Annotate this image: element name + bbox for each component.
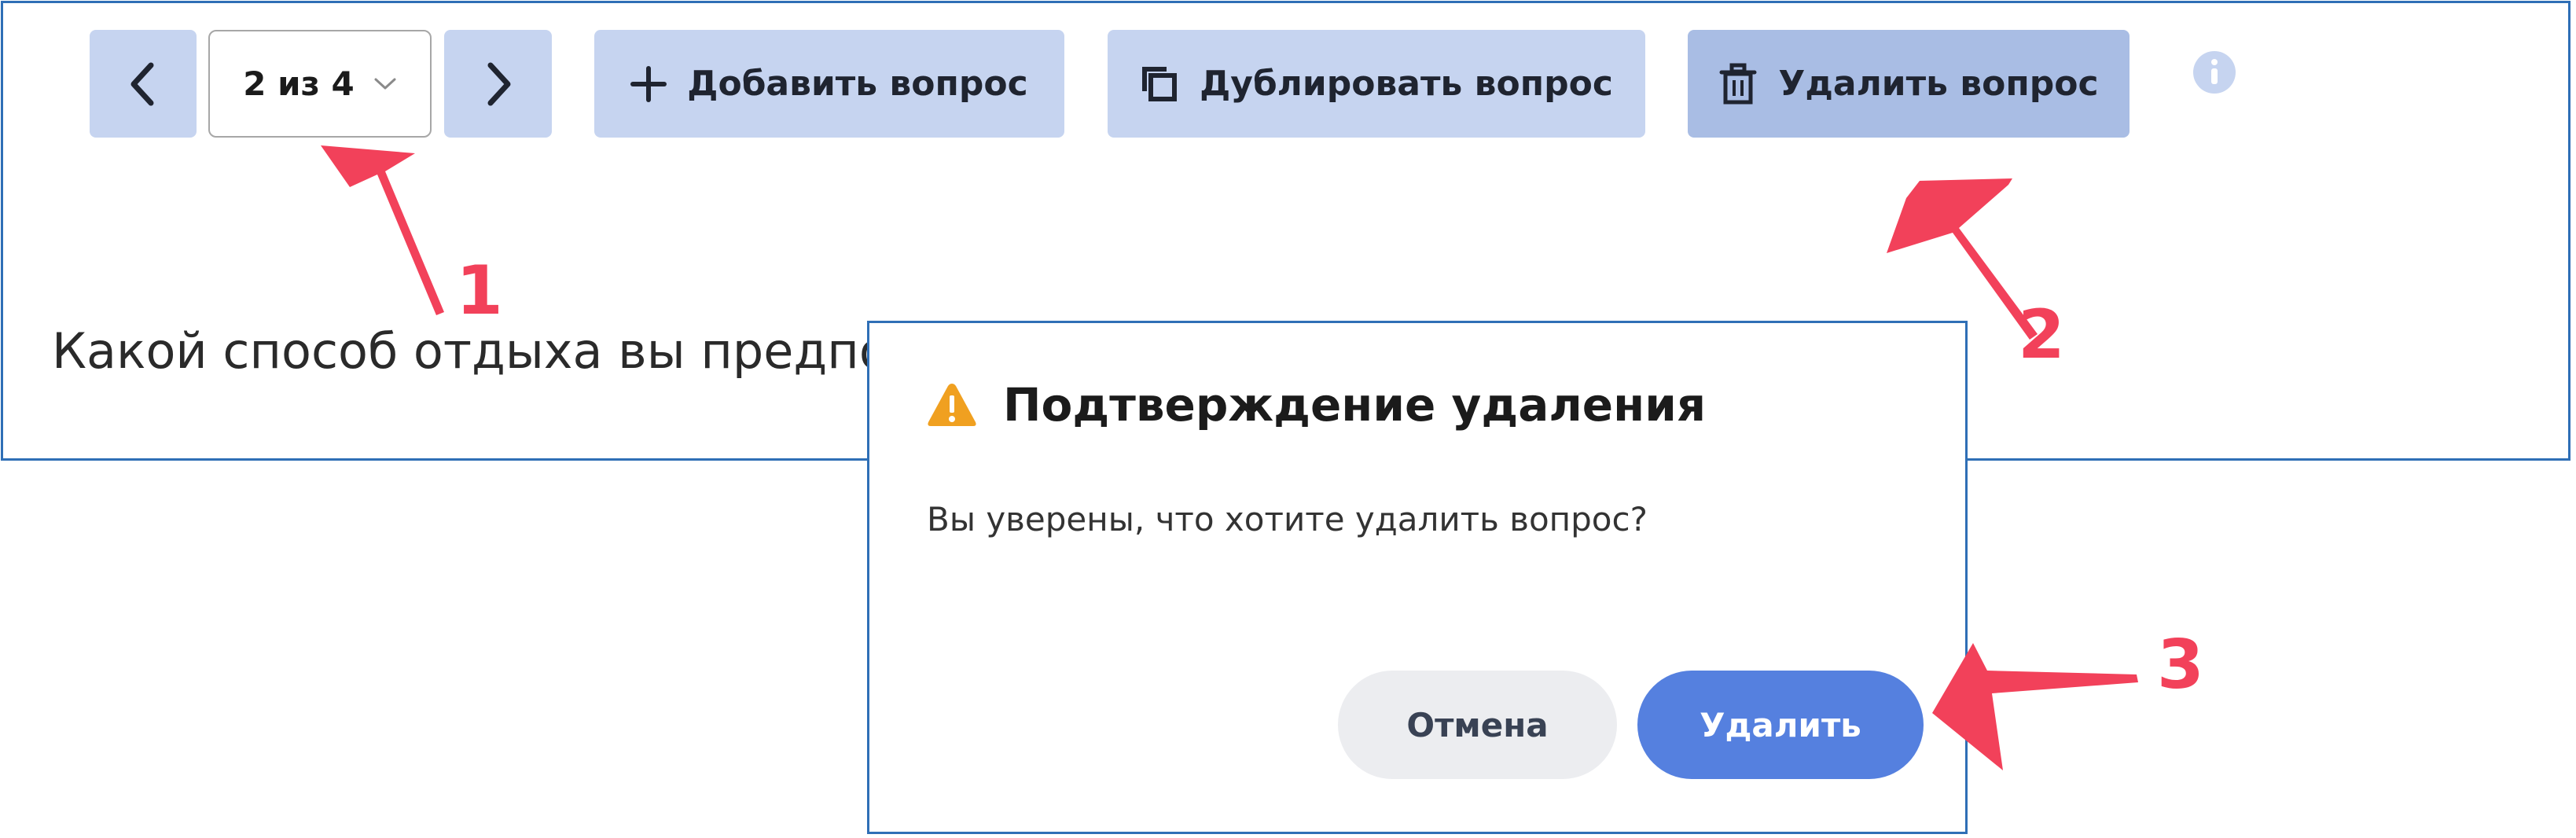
callout-number-1: 1 [456, 252, 503, 330]
callout-number-2: 2 [2018, 296, 2065, 374]
annotation-arrows [321, 145, 2138, 770]
callout-arrow-2 [1887, 178, 2038, 340]
callout-arrow-1 [321, 145, 444, 315]
callout-arrow-3 [1932, 643, 2138, 770]
callout-number-3: 3 [2157, 626, 2204, 704]
